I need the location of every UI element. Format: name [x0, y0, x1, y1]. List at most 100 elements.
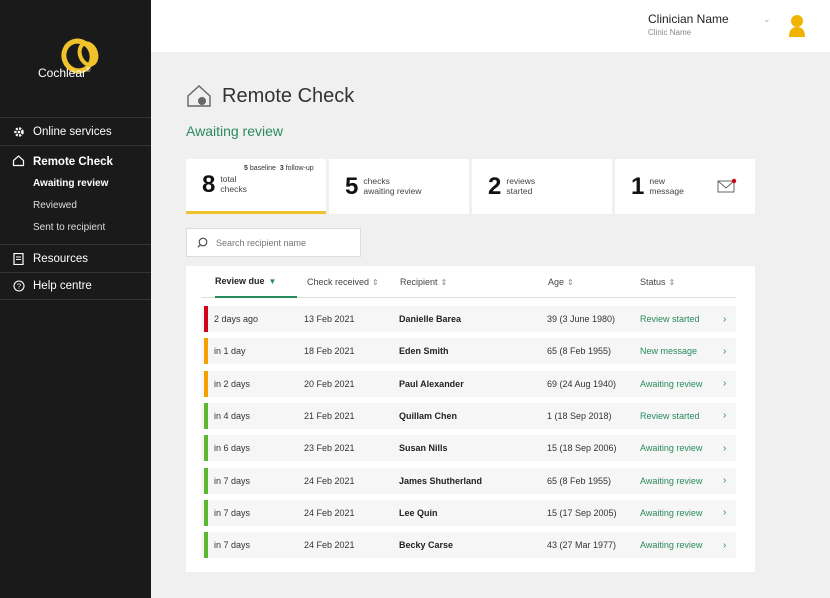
page-header: Remote Check	[186, 84, 354, 108]
sidebar-item-label: Online services	[33, 125, 112, 138]
sort-icon: ⇕	[440, 277, 448, 287]
chevron-right-icon[interactable]: ›	[723, 468, 726, 494]
sidebar-item-label: Resources	[33, 252, 88, 265]
sidebar-item-online-services[interactable]: Online services	[0, 117, 151, 145]
cell-status: Review started	[640, 314, 700, 324]
cell-status: Awaiting review	[640, 540, 703, 551]
card-note: 5 baseline 3 follow-up	[244, 165, 314, 172]
card-number: 1	[631, 172, 645, 200]
card-label: new message	[649, 175, 684, 196]
sidebar-subitem-sent-to-recipient[interactable]: Sent to recipient	[0, 216, 151, 238]
mail-icon	[717, 178, 737, 193]
table-row[interactable]: 2 days ago 13 Feb 2021 Danielle Barea 39 (3…	[201, 306, 736, 332]
cell-check-received: 24 Feb 2021	[304, 507, 355, 518]
gear-icon	[12, 125, 25, 138]
summary-cards: 5 baseline 3 follow-up 8 total checks 5 c…	[186, 159, 755, 214]
cell-age: 15 (17 Sep 2005)	[547, 507, 617, 518]
cell-review-due: 2 days ago	[214, 314, 259, 324]
cell-age: 65 (8 Feb 1955)	[547, 475, 612, 486]
column-header-review-due[interactable]: Review due ▼	[215, 266, 297, 298]
cell-status: Review started	[640, 410, 700, 421]
chevron-right-icon[interactable]: ›	[723, 403, 726, 429]
chevron-right-icon[interactable]: ›	[723, 371, 726, 397]
svg-text:?: ?	[16, 282, 20, 291]
sidebar-subitem-reviewed[interactable]: Reviewed	[0, 194, 151, 216]
chevron-right-icon[interactable]: ›	[723, 306, 726, 332]
column-header-status[interactable]: Status ⇕	[640, 266, 675, 298]
cell-recipient: Becky Carse	[399, 540, 454, 551]
chevron-right-icon[interactable]: ›	[723, 435, 726, 461]
sidebar-item-label: Help centre	[33, 280, 92, 292]
card-total-checks[interactable]: 5 baseline 3 follow-up 8 total checks	[186, 159, 326, 214]
urgency-indicator	[204, 370, 208, 397]
column-header-check-received[interactable]: Check received ⇕	[307, 266, 379, 298]
sidebar-subitem-awaiting-review[interactable]: Awaiting review	[0, 172, 151, 194]
cell-check-received: 21 Feb 2021	[304, 410, 355, 421]
urgency-indicator	[204, 532, 208, 559]
sort-desc-icon: ▼	[268, 276, 277, 286]
user-name[interactable]: Clinician Name	[648, 12, 729, 26]
cell-check-received: 20 Feb 2021	[304, 378, 355, 389]
card-awaiting-review[interactable]: 5 checks awaiting review	[329, 159, 469, 214]
chevron-right-icon[interactable]: ›	[723, 338, 726, 364]
table-row[interactable]: in 2 days 20 Feb 2021 Paul Alexander 69 (24…	[201, 370, 736, 397]
card-label: total checks	[220, 174, 247, 194]
document-icon	[12, 252, 25, 265]
cell-recipient: Quillam Chen	[399, 410, 458, 421]
chevron-down-icon[interactable]: ⌄	[763, 14, 771, 25]
card-reviews-started[interactable]: 2 reviews started	[472, 159, 612, 214]
urgency-indicator	[204, 435, 208, 462]
cell-check-received: 24 Feb 2021	[304, 475, 355, 486]
column-header-recipient[interactable]: Recipient ⇕	[400, 266, 447, 298]
cell-review-due: in 6 days	[214, 443, 251, 454]
cell-age: 1 (18 Sep 2018)	[547, 410, 612, 421]
brand-name: Cochlear®	[38, 66, 91, 80]
urgency-indicator	[204, 499, 208, 526]
cell-status: Awaiting review	[640, 507, 703, 518]
sidebar-item-resources[interactable]: Resources	[0, 244, 151, 272]
chevron-right-icon[interactable]: ›	[723, 500, 726, 526]
cell-status: Awaiting review	[640, 378, 703, 389]
table-row[interactable]: in 1 day 18 Feb 2021 Eden Smith 65 (8 Feb 1…	[201, 338, 736, 365]
card-new-message[interactable]: 1 new message	[615, 159, 755, 214]
sidebar-item-remote-check[interactable]: Remote Check	[0, 152, 151, 172]
cell-status: New message	[640, 346, 698, 357]
card-label: checks awaiting review	[363, 175, 422, 196]
help-icon: ?	[12, 280, 25, 293]
cell-recipient: Paul Alexander	[399, 378, 464, 389]
sort-icon: ⇕	[567, 277, 574, 287]
cell-review-due: in 4 days	[214, 410, 251, 421]
table-row[interactable]: in 6 days 23 Feb 2021 Susan Nills 15 (18 Se…	[201, 435, 736, 462]
urgency-indicator	[204, 338, 208, 365]
cell-recipient: Susan Nills	[399, 443, 448, 454]
card-number: 5	[345, 172, 359, 200]
table-row[interactable]: in 4 days 21 Feb 2021 Quillam Chen 1 (18 Se…	[201, 402, 736, 429]
table-row[interactable]: in 7 days 24 Feb 2021 Lee Quin 15 (17 Sep 2…	[201, 499, 736, 526]
cell-review-due: in 2 days	[214, 378, 251, 389]
column-header-age[interactable]: Age ⇕	[548, 266, 574, 298]
sidebar-item-help-centre[interactable]: ? Help centre	[0, 272, 151, 300]
cell-check-received: 23 Feb 2021	[304, 443, 355, 454]
urgency-indicator	[204, 402, 208, 429]
search-box[interactable]	[186, 228, 361, 257]
card-label: reviews started	[506, 175, 536, 196]
search-input[interactable]	[216, 237, 356, 248]
table-row[interactable]: in 7 days 24 Feb 2021 Becky Carse 43 (27 Ma…	[201, 532, 736, 559]
search-icon	[197, 237, 208, 248]
table-row[interactable]: in 7 days 24 Feb 2021 James Shutherland 65 …	[201, 467, 736, 494]
cell-age: 65 (8 Feb 1955)	[547, 346, 612, 357]
cell-recipient: Eden Smith	[399, 346, 449, 357]
cell-review-due: in 1 day	[214, 346, 246, 357]
main-content: Remote Check Awaiting review 5 baseline …	[151, 52, 830, 598]
avatar[interactable]	[787, 13, 807, 37]
cell-status: Awaiting review	[640, 443, 703, 454]
sidebar-group-remote-check: Remote Check Awaiting review Reviewed Se…	[0, 145, 151, 244]
cell-age: 15 (18 Sep 2006)	[547, 443, 617, 454]
cell-age: 69 (24 Aug 1940)	[547, 378, 617, 389]
card-number: 2	[488, 172, 502, 200]
chevron-right-icon[interactable]: ›	[723, 532, 726, 558]
top-bar: Clinician Name Clinic Name ⌄	[151, 0, 830, 52]
sidebar-item-label: Remote Check	[33, 156, 113, 168]
cell-review-due: in 7 days	[214, 507, 251, 518]
page-title: Remote Check	[222, 84, 355, 107]
